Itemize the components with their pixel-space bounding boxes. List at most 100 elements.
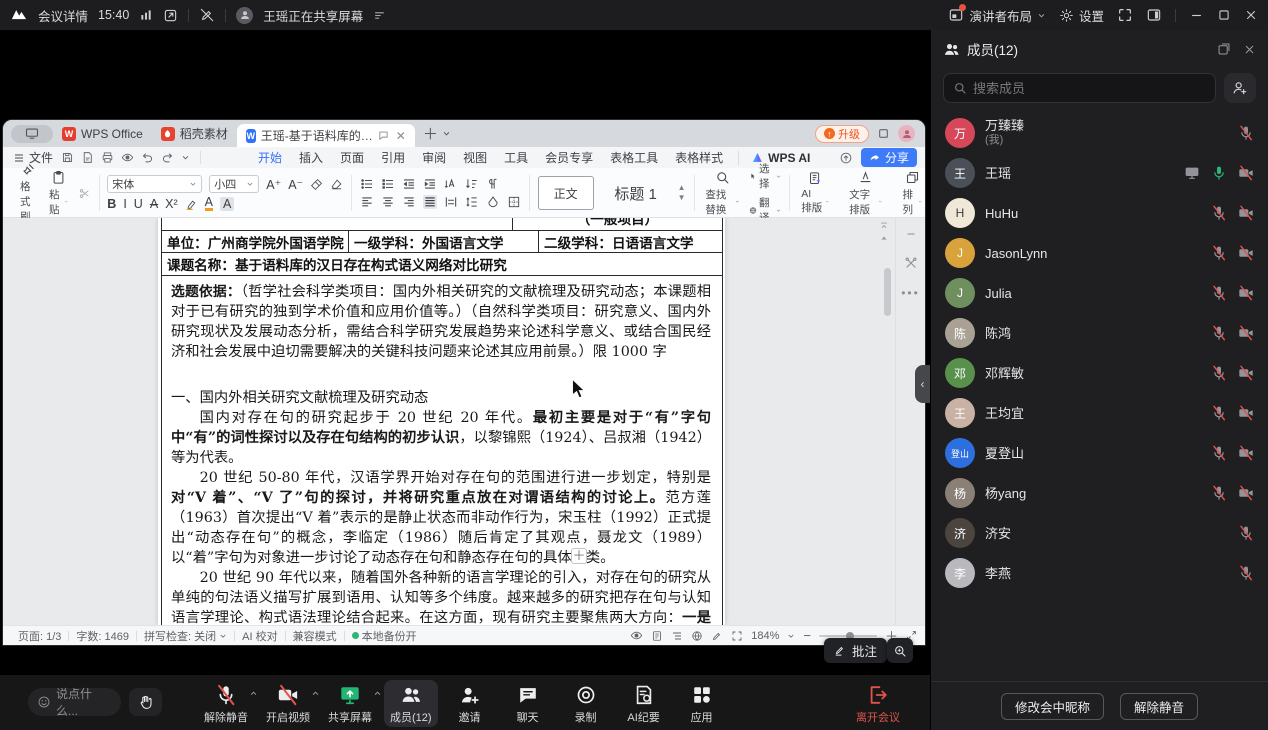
settings-button[interactable]: 设置 (1059, 6, 1104, 25)
member-row[interactable]: 王王瑶 (931, 153, 1268, 193)
member-search-input[interactable] (973, 80, 1206, 96)
show-marks-icon[interactable] (486, 177, 500, 191)
justify-icon[interactable] (422, 195, 437, 209)
underline-button[interactable]: U (134, 197, 143, 211)
upgrade-button[interactable]: ↑ 升级 (815, 124, 869, 143)
pop-out-icon[interactable] (1217, 42, 1231, 56)
clear-format-button[interactable] (330, 178, 343, 191)
sort-icon[interactable] (465, 177, 479, 191)
share-button[interactable]: 分享 (860, 148, 917, 167)
quick-message-input[interactable]: 说点什么... (28, 687, 121, 718)
leave-meeting-button[interactable]: 离开会议 (856, 684, 900, 725)
annotation-disabled-icon[interactable] (199, 7, 215, 23)
wps-menu-会员专享[interactable]: 会员专享 (544, 147, 594, 168)
ai-notes-button[interactable]: AI纪要 (618, 680, 670, 727)
status-item[interactable]: AI 校对 (235, 628, 284, 644)
layout-switch-button[interactable]: 演讲者布局 (948, 4, 1046, 25)
numbered-list-icon[interactable] (381, 177, 395, 191)
zoom-out-button[interactable]: − (803, 628, 811, 643)
web-view-icon[interactable] (691, 630, 703, 642)
share-screen-caret-icon[interactable] (373, 689, 382, 698)
edit-nickname-button[interactable]: 修改会中昵称 (1000, 692, 1104, 720)
add-member-button[interactable] (1224, 73, 1256, 103)
wps-home-tab[interactable] (11, 124, 53, 143)
cut-icon[interactable] (78, 187, 91, 200)
wps-restore-icon[interactable] (877, 127, 890, 140)
bullet-list-icon[interactable] (360, 177, 374, 191)
side-panel-toggle-icon[interactable] (1146, 7, 1162, 23)
status-item[interactable]: 本地备份开 (345, 628, 424, 644)
raise-hand-button[interactable] (129, 688, 162, 716)
member-row[interactable]: 陈陈鸿 (931, 313, 1268, 353)
tools-icon[interactable] (904, 256, 918, 270)
member-row[interactable]: 万万臻臻 (我) (931, 113, 1268, 153)
font-color-button[interactable]: A (204, 196, 214, 211)
line-spacing-icon[interactable] (465, 195, 479, 209)
wps-menu-页面[interactable]: 页面 (339, 147, 365, 168)
status-item[interactable]: 字数: 1469 (69, 628, 136, 644)
tab-list-chevron-icon[interactable] (442, 129, 451, 138)
status-item[interactable]: 拼写检查: 关闭 (137, 628, 234, 644)
wps-menu-引用[interactable]: 引用 (380, 147, 406, 168)
minimize-button[interactable] (1189, 8, 1204, 23)
more-chevron-icon[interactable] (181, 153, 190, 162)
bold-button[interactable]: B (107, 197, 116, 211)
member-row[interactable]: 李李燕 (931, 553, 1268, 593)
border-icon[interactable] (507, 195, 521, 209)
italic-button[interactable]: I (123, 197, 126, 211)
chat-button[interactable]: 聊天 (502, 680, 554, 727)
scroll-top-controls[interactable] (879, 221, 889, 243)
unmute-button[interactable]: 解除静音 (198, 680, 257, 727)
undo-icon[interactable] (141, 151, 154, 164)
redo-icon[interactable] (161, 151, 174, 164)
member-row[interactable]: 邓邓辉敏 (931, 353, 1268, 393)
member-row[interactable]: 王王均宜 (931, 393, 1268, 433)
unmute-caret-icon[interactable] (249, 689, 258, 698)
align-right-icon[interactable] (402, 195, 416, 209)
superscript-button[interactable]: X² (165, 197, 178, 211)
text-effects-button[interactable] (310, 178, 323, 191)
fit-page-icon[interactable] (731, 630, 743, 642)
more-options-icon[interactable]: ••• (901, 286, 920, 300)
save-icon[interactable] (61, 151, 74, 164)
arrange-button[interactable]: 排列 (899, 170, 925, 217)
close-panel-icon[interactable] (1243, 43, 1256, 56)
open-in-new-icon[interactable] (163, 8, 178, 23)
document-page[interactable]: （一般项目） 单位：广州商学院外国语学院 一级学科：外国语言文学 二级学科：日语语言… (158, 218, 725, 625)
decrease-indent-icon[interactable] (402, 177, 416, 191)
collapse-rail-icon[interactable] (905, 228, 917, 240)
vertical-scrollbar[interactable] (884, 268, 891, 316)
style-heading1-button[interactable]: 标题 1 (600, 176, 672, 210)
highlight-button[interactable] (185, 198, 198, 211)
wps-office-tab[interactable]: W WPS Office (53, 120, 152, 147)
font-size-select[interactable]: 小四 (209, 175, 260, 193)
magnifier-button[interactable] (887, 638, 913, 663)
format-painter-button[interactable]: 格式刷 (17, 162, 40, 224)
wps-menu-视图[interactable]: 视图 (462, 147, 488, 168)
close-button[interactable] (1244, 8, 1258, 22)
print-icon[interactable] (101, 151, 114, 164)
panel-collapse-handle[interactable]: ‹ (915, 365, 930, 403)
insert-plus-button[interactable]: ＋ (571, 548, 587, 564)
char-shading-button[interactable]: A (220, 197, 235, 211)
style-body-button[interactable]: 正文 (537, 176, 594, 210)
share-list-icon[interactable] (373, 9, 386, 22)
wps-menu-表格样式[interactable]: 表格样式 (674, 147, 724, 168)
text-direction-icon[interactable] (444, 177, 458, 191)
preview-icon[interactable] (121, 151, 134, 164)
start-video-caret-icon[interactable] (311, 689, 320, 698)
maximize-button[interactable] (1217, 8, 1231, 22)
distribute-icon[interactable] (444, 195, 458, 209)
align-center-icon[interactable] (381, 195, 395, 209)
zoom-chevron-icon[interactable] (787, 632, 795, 640)
new-tab-button[interactable]: ＋ (423, 123, 438, 144)
docer-tab[interactable]: 稻壳素材 (152, 120, 237, 147)
tab-close-icon[interactable]: ✕ (396, 129, 406, 143)
status-item[interactable]: 兼容模式 (286, 628, 344, 644)
style-down-icon[interactable]: ▼ (678, 194, 686, 202)
share-screen-button[interactable]: 共享屏幕 (322, 680, 381, 727)
export-pdf-icon[interactable] (81, 151, 94, 164)
member-row[interactable]: 杨杨yang (931, 473, 1268, 513)
text-layout-button[interactable]: 文字排版 (846, 170, 885, 217)
paste-button[interactable]: 粘贴 (46, 170, 72, 217)
